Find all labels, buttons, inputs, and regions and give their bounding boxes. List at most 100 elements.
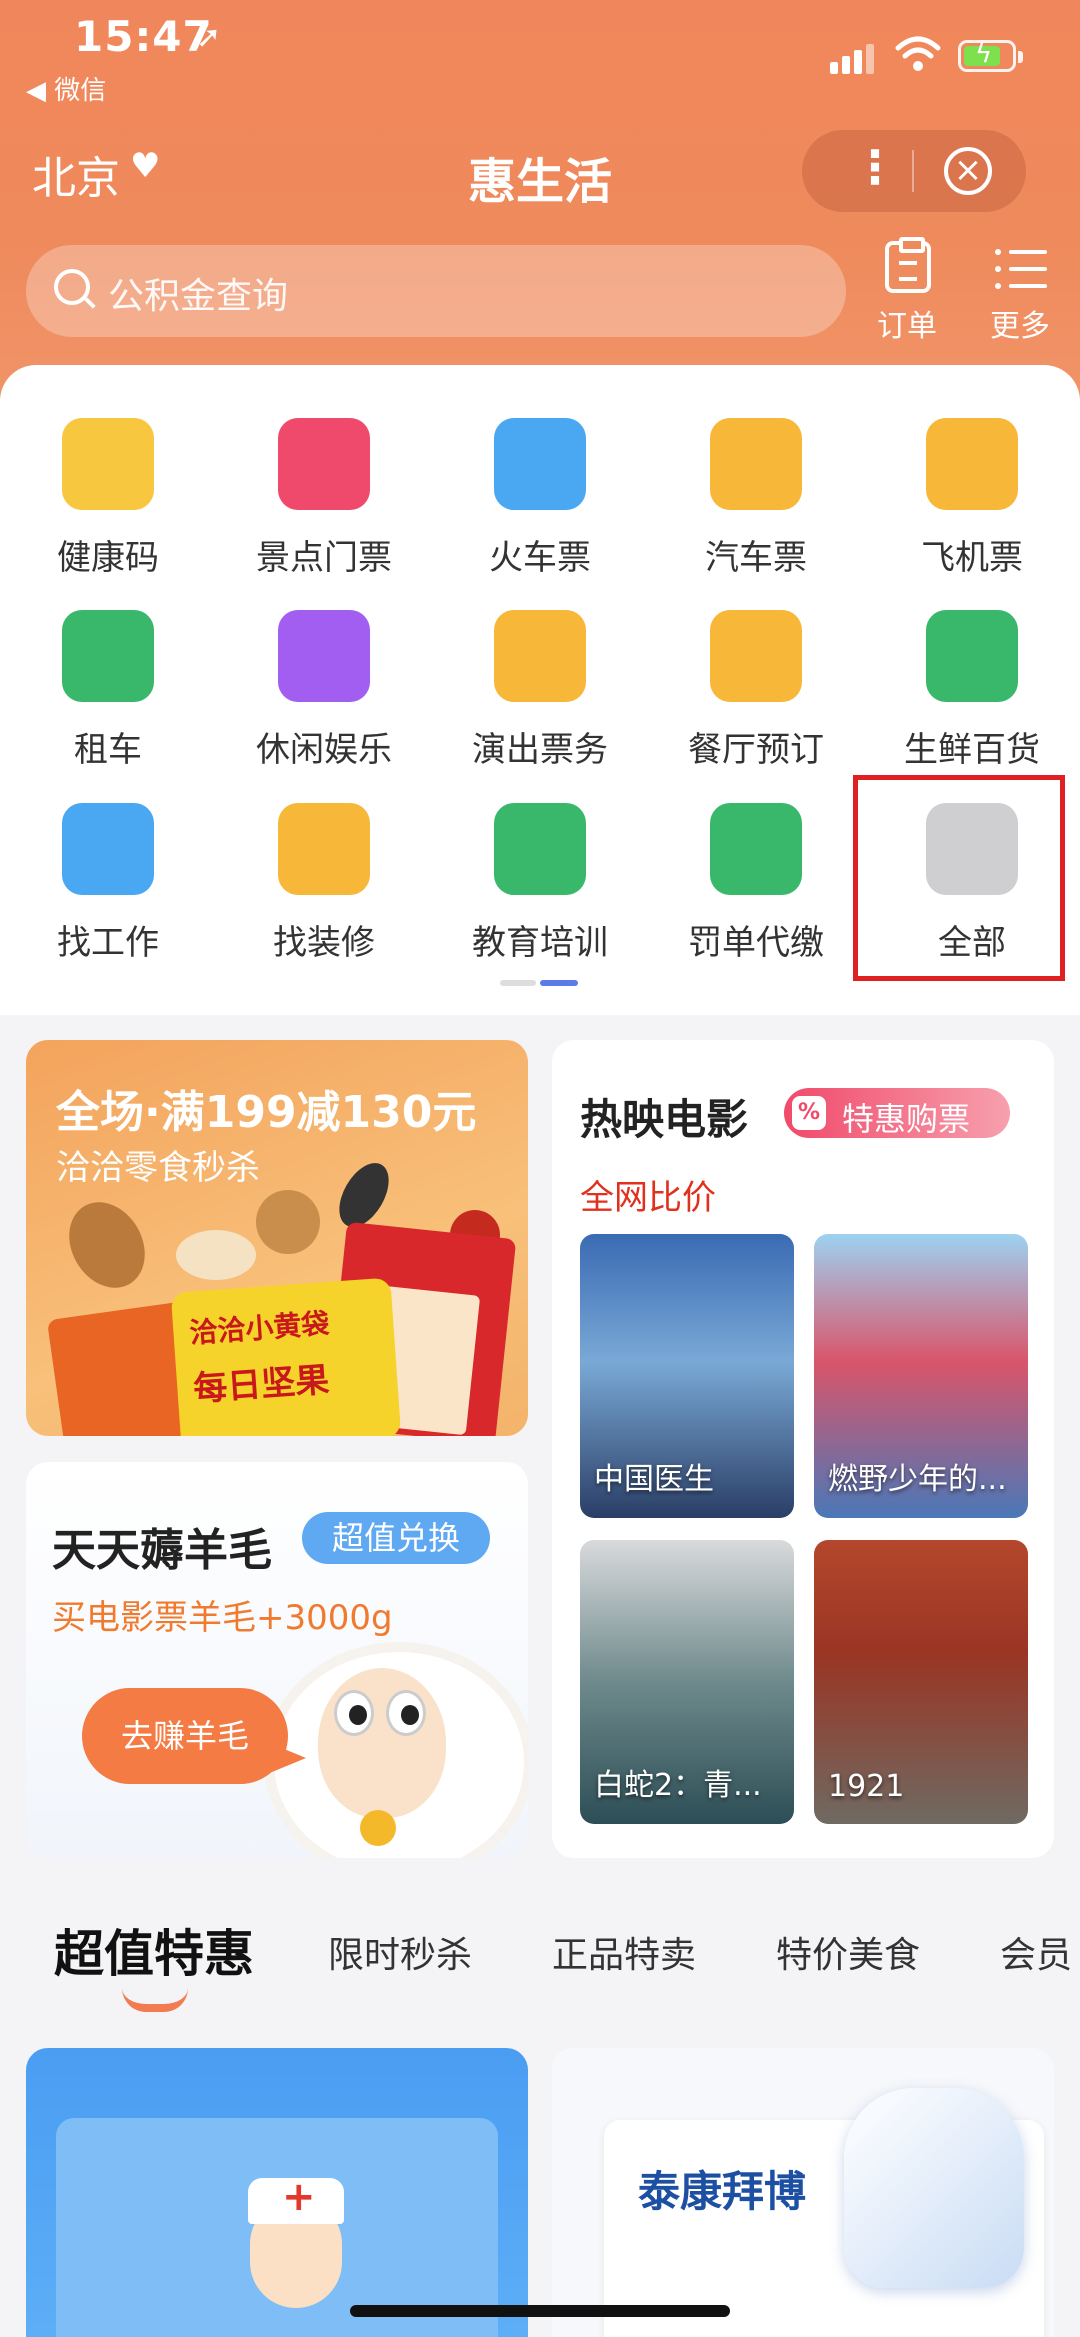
tab-genuine-sale[interactable]: 正品特卖 <box>552 1926 696 1978</box>
almond-image <box>54 1188 160 1302</box>
tab-super-deals[interactable]: 超值特惠 <box>54 1914 254 1986</box>
service-item[interactable]: 教育培训 <box>440 803 640 983</box>
education-icon <box>494 803 586 895</box>
tab-membership[interactable]: 会员 <box>1000 1926 1072 1978</box>
movies-subtitle: 全网比价 <box>580 1178 716 1218</box>
movie-poster-caption: 中国医生 <box>594 1462 714 1497</box>
sheep-bell-image <box>360 1810 396 1846</box>
service-label: 罚单代缴 <box>688 923 824 963</box>
back-to-app-link[interactable]: ◀ 微信 <box>26 70 106 107</box>
service-item[interactable]: 租车 <box>8 610 208 790</box>
renovation-icon <box>278 803 370 895</box>
service-item[interactable]: 找工作 <box>8 803 208 983</box>
service-label: 找工作 <box>57 923 159 963</box>
wifi-icon <box>895 36 941 71</box>
service-item[interactable]: 找装修 <box>224 803 424 983</box>
movie-poster[interactable]: 1921 <box>814 1540 1028 1824</box>
service-item[interactable]: 飞机票 <box>872 418 1072 598</box>
service-label: 健康码 <box>57 538 159 578</box>
walnut-image <box>256 1190 320 1254</box>
train-icon <box>494 418 586 510</box>
more-button[interactable]: 更多 <box>975 235 1065 345</box>
search-input[interactable]: 公积金查询 <box>26 245 846 337</box>
service-item[interactable]: 火车票 <box>440 418 640 598</box>
sheep-wool-card[interactable]: 天天薅羊毛 超值兑换 买电影票羊毛+3000g 去赚羊毛 <box>26 1462 528 1858</box>
attraction-ticket-icon <box>278 418 370 510</box>
service-label: 租车 <box>74 730 142 770</box>
tooth-image <box>844 2088 1024 2288</box>
bag-brand-text: 洽洽小黄袋 <box>188 1306 331 1350</box>
sheep-eye-image <box>386 1690 426 1736</box>
sheep-face-image <box>318 1668 446 1818</box>
bus-icon <box>710 418 802 510</box>
leisure-icon <box>278 610 370 702</box>
promo-headline: 全场·满199减130元 <box>56 1087 477 1138</box>
promo-nuts-banner[interactable]: 全场·满199减130元 洽洽零食秒杀 洽洽小黄袋 每日坚果 <box>26 1040 528 1436</box>
movie-poster[interactable]: 燃野少年的... <box>814 1234 1028 1518</box>
location-arrow-icon: ➚ <box>196 20 222 55</box>
service-label: 演出票务 <box>472 730 608 770</box>
search-icon <box>54 269 90 305</box>
service-item[interactable]: 健康码 <box>8 418 208 598</box>
service-label: 餐厅预订 <box>688 730 824 770</box>
service-label: 教育培训 <box>472 923 608 963</box>
service-item[interactable]: 汽车票 <box>656 418 856 598</box>
orders-button[interactable]: 订单 <box>862 235 952 345</box>
discount-ticket-label: 特惠购票 <box>842 1100 971 1138</box>
dental-brand-name: 泰康拜博 <box>638 2167 807 2216</box>
fine-payment-icon <box>710 803 802 895</box>
more-label: 更多 <box>990 309 1050 344</box>
tab-food-deals[interactable]: 特价美食 <box>776 1926 920 1978</box>
tab-flash-sale[interactable]: 限时秒杀 <box>328 1926 472 1978</box>
search-row: 公积金查询 订单 更多 <box>0 235 1080 345</box>
health-code-icon <box>62 418 154 510</box>
mini-program-capsule: ⋮ × <box>802 130 1026 212</box>
service-label: 休闲娱乐 <box>256 730 392 770</box>
service-item[interactable]: 生鲜百货 <box>872 610 1072 790</box>
medical-deal-card[interactable] <box>26 2048 528 2337</box>
service-label: 找装修 <box>273 923 375 963</box>
nav-bar: 北京 ♥ 惠生活 ⋮ × <box>0 130 1080 220</box>
service-item[interactable]: 景点门票 <box>224 418 424 598</box>
service-label: 生鲜百货 <box>904 730 1040 770</box>
movies-card[interactable]: 热映电影 % 特惠购票 全网比价 中国医生 燃野少年的... 白蛇2：青... … <box>552 1040 1054 1858</box>
more-options-icon[interactable]: ⋮ <box>852 140 898 194</box>
promo-subline: 洽洽零食秒杀 <box>56 1148 260 1188</box>
job-icon <box>62 803 154 895</box>
movie-poster[interactable]: 白蛇2：青... <box>580 1540 794 1824</box>
sheep-eye-image <box>334 1690 374 1736</box>
movies-title: 热映电影 <box>580 1095 749 1144</box>
sheep-title: 天天薅羊毛 <box>52 1525 272 1576</box>
highlight-frame-all-services <box>853 775 1065 981</box>
cellular-signal-icon <box>830 40 880 74</box>
flight-ticket-icon <box>926 418 1018 510</box>
search-placeholder: 公积金查询 <box>108 276 289 317</box>
movie-poster[interactable]: 中国医生 <box>580 1234 794 1518</box>
service-label: 景点门票 <box>256 538 392 578</box>
fresh-grocery-icon <box>926 610 1018 702</box>
restaurant-icon <box>710 610 802 702</box>
home-indicator[interactable] <box>350 2305 730 2317</box>
status-time: 15:47 <box>74 12 213 61</box>
service-item[interactable]: 罚单代缴 <box>656 803 856 983</box>
redeem-tag[interactable]: 超值兑换 <box>302 1512 490 1564</box>
doctor-cap-image <box>248 2174 344 2224</box>
close-icon[interactable]: × <box>944 147 992 195</box>
deals-tab-bar: 超值特惠 限时秒杀 正品特卖 特价美食 会员 <box>0 1910 1080 2012</box>
show-ticket-icon <box>494 610 586 702</box>
bag-product-text: 每日坚果 <box>192 1360 331 1410</box>
daily-nuts-bag-image: 洽洽小黄袋 每日坚果 <box>170 1277 402 1436</box>
service-label: 汽车票 <box>705 538 807 578</box>
page-indicator <box>500 980 580 986</box>
service-label: 火车票 <box>489 538 591 578</box>
sheep-subtitle: 买电影票羊毛+3000g <box>52 1598 393 1638</box>
ticket-discount-icon: % <box>792 1096 826 1130</box>
service-item[interactable]: 演出票务 <box>440 610 640 790</box>
earn-wool-button[interactable]: 去赚羊毛 <box>82 1688 306 1784</box>
status-bar: 15:47 ➚ ◀ 微信 ϟ <box>0 0 1080 110</box>
movie-poster-caption: 白蛇2：青... <box>594 1768 762 1803</box>
service-item[interactable]: 餐厅预订 <box>656 610 856 790</box>
dental-deal-card[interactable]: 泰康拜博 <box>552 2048 1054 2337</box>
discount-ticket-tag[interactable]: % 特惠购票 <box>784 1088 1010 1138</box>
service-item[interactable]: 休闲娱乐 <box>224 610 424 790</box>
